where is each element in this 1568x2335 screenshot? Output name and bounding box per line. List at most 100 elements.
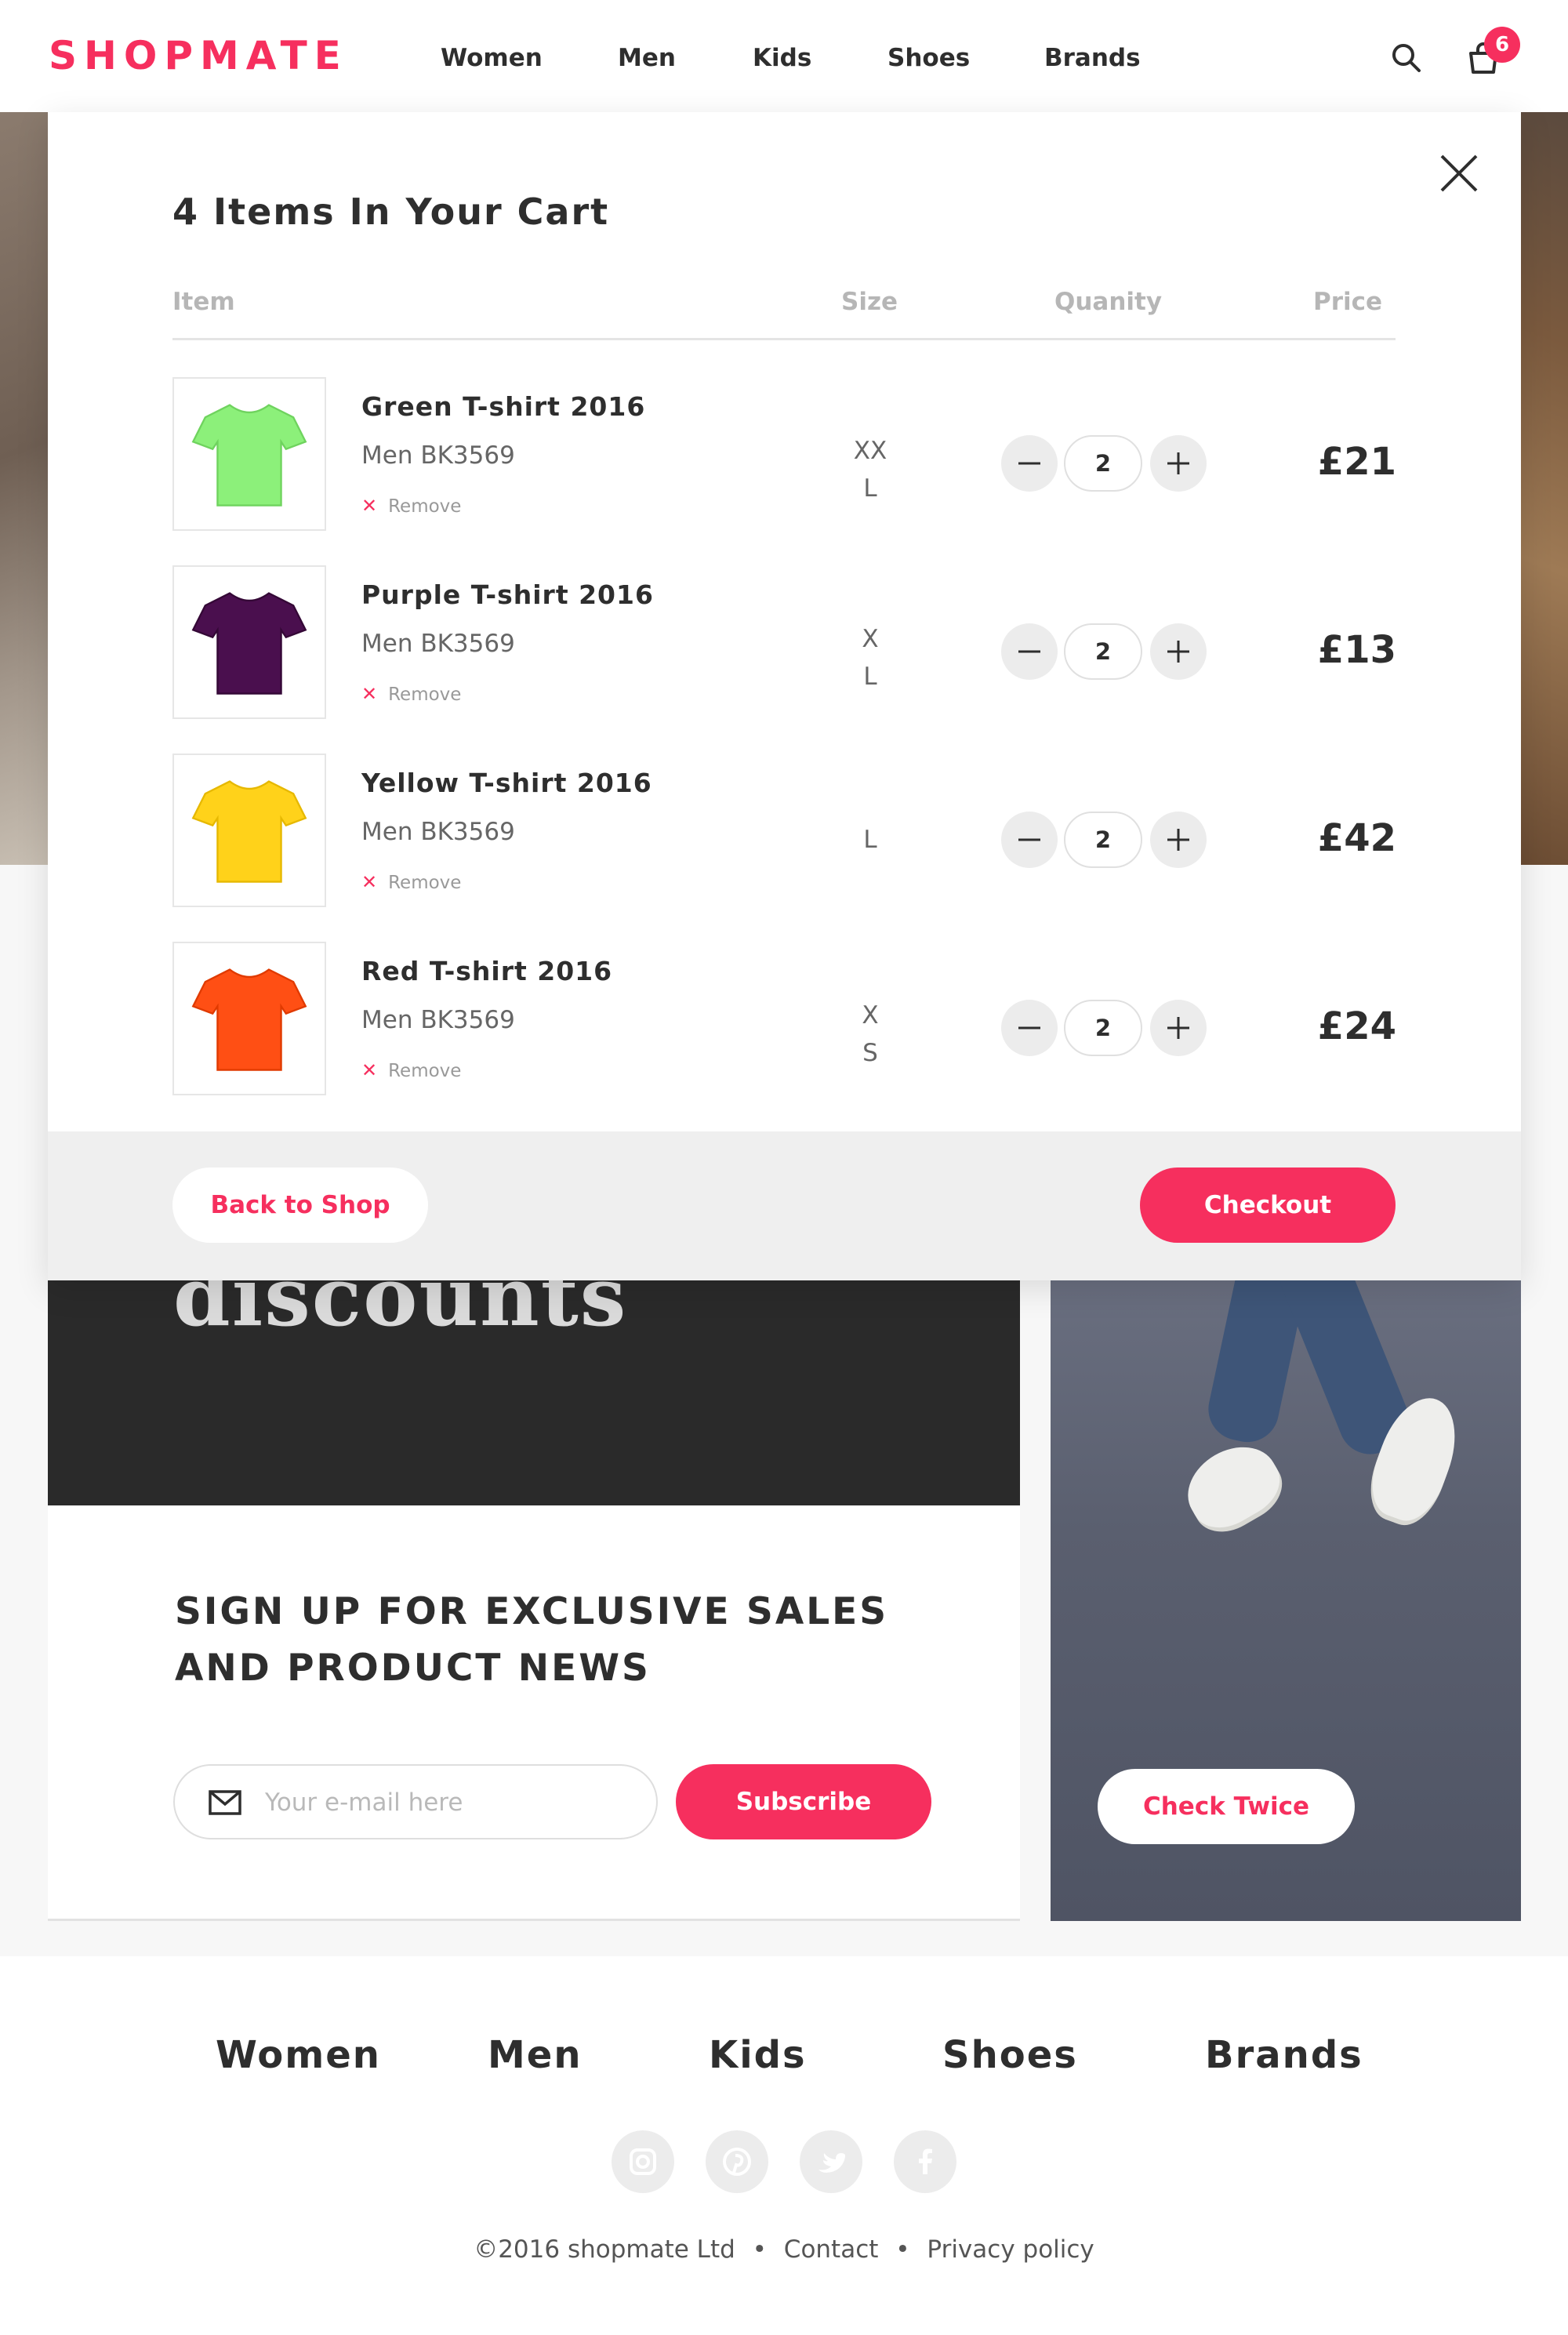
product-size: XX L bbox=[853, 437, 887, 503]
cart-row: Green T-shirt 2016 Men BK3569 ✕ Remove XX… bbox=[48, 377, 1521, 534]
remove-label: Remove bbox=[388, 685, 462, 705]
minus-icon bbox=[1018, 650, 1040, 653]
feature-photo-panel: Check Twice bbox=[1051, 1270, 1521, 1921]
brand-logo[interactable]: SHOPMATE bbox=[49, 33, 348, 78]
remove-icon: ✕ bbox=[361, 1059, 378, 1081]
decrease-quantity-button[interactable] bbox=[1001, 1000, 1058, 1056]
cart-row: Yellow T-shirt 2016 Men BK3569 ✕ Remove L… bbox=[48, 754, 1521, 910]
pinterest-icon[interactable] bbox=[706, 2130, 768, 2193]
remove-button[interactable]: ✕ Remove bbox=[361, 1059, 461, 1081]
product-name[interactable]: Red T-shirt 2016 bbox=[361, 956, 612, 986]
quantity-value[interactable]: 2 bbox=[1064, 812, 1142, 868]
footer-link-shoes[interactable]: Shoes bbox=[942, 2033, 1078, 2077]
signup-heading-line1: SIGN UP FOR EXCLUSIVE SALES bbox=[175, 1590, 889, 1633]
close-icon[interactable] bbox=[1436, 150, 1483, 197]
decrease-quantity-button[interactable] bbox=[1001, 812, 1058, 868]
product-size: X L bbox=[862, 625, 879, 691]
minus-icon bbox=[1018, 838, 1040, 841]
cart-title: 4 Items In Your Cart bbox=[172, 191, 610, 233]
minus-icon bbox=[1018, 1026, 1040, 1030]
product-thumbnail[interactable] bbox=[172, 565, 326, 719]
product-name[interactable]: Purple T-shirt 2016 bbox=[361, 579, 654, 610]
product-price: £13 bbox=[1317, 628, 1396, 672]
cart-count-badge: 6 bbox=[1484, 27, 1520, 63]
remove-button[interactable]: ✕ Remove bbox=[361, 871, 461, 893]
twitter-icon[interactable] bbox=[800, 2130, 862, 2193]
tshirt-icon bbox=[191, 404, 307, 507]
remove-icon: ✕ bbox=[361, 871, 378, 893]
separator-dot: • bbox=[895, 2235, 910, 2264]
contact-link[interactable]: Contact bbox=[784, 2235, 879, 2264]
footer-bottom-line: ©2016 shopmate Ltd • Contact • Privacy p… bbox=[0, 2235, 1568, 2264]
decrease-quantity-button[interactable] bbox=[1001, 435, 1058, 492]
newsletter-signup: SIGN UP FOR EXCLUSIVE SALES AND PRODUCT … bbox=[48, 1505, 1020, 1921]
remove-label: Remove bbox=[388, 496, 462, 517]
privacy-policy-link[interactable]: Privacy policy bbox=[927, 2235, 1094, 2264]
quantity-value[interactable]: 2 bbox=[1064, 1000, 1142, 1056]
footer-link-men[interactable]: Men bbox=[488, 2033, 583, 2077]
product-price: £21 bbox=[1317, 440, 1396, 484]
hero-image bbox=[0, 112, 49, 865]
search-icon[interactable] bbox=[1389, 41, 1424, 75]
quantity-value[interactable]: 2 bbox=[1064, 435, 1142, 492]
increase-quantity-button[interactable] bbox=[1150, 812, 1207, 868]
facebook-icon[interactable] bbox=[894, 2130, 956, 2193]
product-thumbnail[interactable] bbox=[172, 377, 326, 531]
header-divider bbox=[172, 338, 1396, 340]
product-sku: Men BK3569 bbox=[361, 818, 515, 846]
cart-row: Purple T-shirt 2016 Men BK3569 ✕ Remove X… bbox=[48, 565, 1521, 722]
nav-item-shoes[interactable]: Shoes bbox=[887, 44, 970, 72]
plus-icon bbox=[1167, 452, 1189, 474]
product-price: £24 bbox=[1317, 1004, 1396, 1048]
nav-item-brands[interactable]: Brands bbox=[1044, 44, 1141, 72]
back-to-shop-button[interactable]: Back to Shop bbox=[172, 1168, 428, 1243]
increase-quantity-button[interactable] bbox=[1150, 435, 1207, 492]
increase-quantity-button[interactable] bbox=[1150, 1000, 1207, 1056]
plus-icon bbox=[1167, 829, 1189, 851]
footer-link-brands[interactable]: Brands bbox=[1205, 2033, 1363, 2077]
nav-item-women[interactable]: Women bbox=[441, 44, 543, 72]
promo-headline: discounts bbox=[173, 1270, 628, 1345]
signup-heading: SIGN UP FOR EXCLUSIVE SALES AND PRODUCT … bbox=[175, 1584, 888, 1697]
tshirt-icon bbox=[191, 592, 307, 695]
cart-modal: 4 Items In Your Cart Item Size Quanity P… bbox=[48, 112, 1521, 1280]
product-name[interactable]: Yellow T-shirt 2016 bbox=[361, 768, 652, 798]
remove-label: Remove bbox=[388, 873, 462, 893]
product-sku: Men BK3569 bbox=[361, 630, 515, 658]
cart-actions-bar: Back to Shop Checkout bbox=[48, 1131, 1521, 1280]
product-sku: Men BK3569 bbox=[361, 441, 515, 470]
email-input[interactable] bbox=[265, 1781, 633, 1824]
promo-banner: discounts bbox=[48, 1270, 1020, 1505]
footer-link-kids[interactable]: Kids bbox=[709, 2033, 807, 2077]
nav-item-men[interactable]: Men bbox=[618, 44, 676, 72]
email-field-wrapper bbox=[173, 1764, 658, 1839]
separator-dot: • bbox=[752, 2235, 767, 2264]
product-name[interactable]: Green T-shirt 2016 bbox=[361, 391, 645, 422]
sneaker-shape bbox=[1174, 1432, 1291, 1540]
product-size: X S bbox=[862, 1001, 879, 1067]
remove-button[interactable]: ✕ Remove bbox=[361, 683, 461, 705]
instagram-icon[interactable] bbox=[612, 2130, 674, 2193]
quantity-value[interactable]: 2 bbox=[1064, 623, 1142, 680]
hero-image-right bbox=[1521, 112, 1568, 865]
decrease-quantity-button[interactable] bbox=[1001, 623, 1058, 680]
nav-item-kids[interactable]: Kids bbox=[753, 44, 811, 72]
product-thumbnail[interactable] bbox=[172, 942, 326, 1095]
tshirt-icon bbox=[191, 780, 307, 883]
footer-link-women[interactable]: Women bbox=[216, 2033, 381, 2077]
signup-heading-line2: AND PRODUCT NEWS bbox=[175, 1647, 651, 1690]
remove-icon: ✕ bbox=[361, 683, 378, 705]
remove-button[interactable]: ✕ Remove bbox=[361, 495, 461, 517]
mail-icon bbox=[209, 1790, 241, 1815]
site-header: SHOPMATE Women Men Kids Shoes Brands 6 bbox=[0, 0, 1568, 112]
column-header-size: Size bbox=[841, 288, 898, 316]
checkout-button[interactable]: Checkout bbox=[1140, 1168, 1396, 1243]
subscribe-button[interactable]: Subscribe bbox=[676, 1764, 931, 1839]
product-thumbnail[interactable] bbox=[172, 754, 326, 907]
increase-quantity-button[interactable] bbox=[1150, 623, 1207, 680]
product-size: L bbox=[863, 826, 877, 854]
check-twice-button[interactable]: Check Twice bbox=[1098, 1769, 1355, 1844]
copyright-text: ©2016 shopmate Ltd bbox=[474, 2235, 735, 2264]
product-price: £42 bbox=[1317, 816, 1396, 860]
remove-icon: ✕ bbox=[361, 495, 378, 517]
